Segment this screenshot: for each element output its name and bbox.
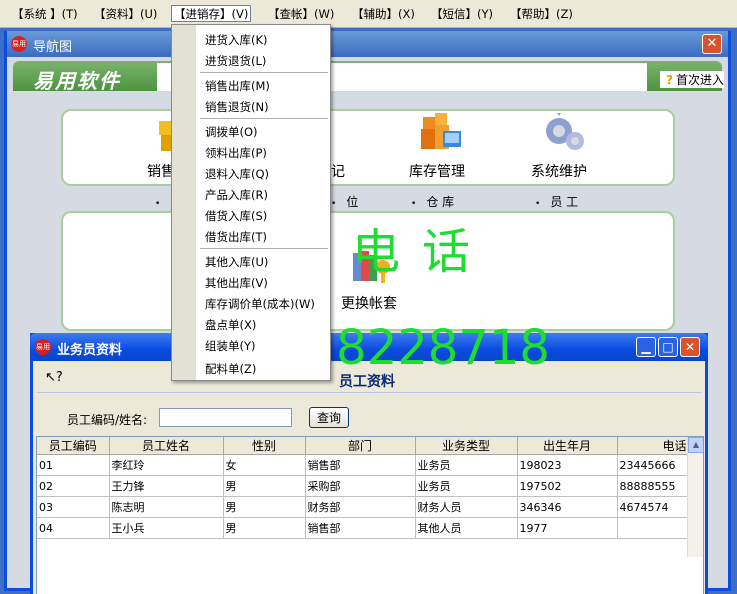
menu-item-borrow-in[interactable]: 借货入库(S) [205, 208, 267, 224]
cell: 1977 [517, 517, 618, 539]
cell: 王小兵 [109, 517, 224, 539]
heading-divider [37, 392, 701, 393]
menu-purchase-sales-inventory[interactable]: 【进销存】(V) [171, 5, 252, 22]
cell [617, 517, 690, 539]
header-department[interactable]: 部门 [305, 437, 416, 455]
dialog-title: 业务员资料 [57, 343, 123, 358]
dialog-logo-icon: 易用 [35, 339, 51, 355]
table-header-row: 员工编码 员工姓名 性别 部门 业务类型 出生年月 电话 [37, 437, 690, 455]
header-phone[interactable]: 电话 [617, 437, 690, 455]
menu-item-borrow-out[interactable]: 借货出库(T) [205, 229, 267, 245]
menu-system[interactable]: 【系统 】(T) [12, 6, 78, 23]
cell: 财务人员 [415, 496, 518, 518]
header-gender[interactable]: 性别 [223, 437, 306, 455]
cell: 其他人员 [415, 517, 518, 539]
cell: 88888555 [617, 475, 690, 497]
system-module-label[interactable]: 系统维护 [531, 161, 587, 181]
table-vertical-scrollbar[interactable]: ▲ [687, 437, 703, 557]
menu-item-material-return[interactable]: 退料入库(Q) [205, 166, 269, 182]
switch-account-label[interactable]: 更换帐套 [341, 293, 397, 313]
menu-item-sales-out[interactable]: 销售出库(M) [205, 78, 270, 94]
inventory-module-icon[interactable] [419, 111, 465, 158]
dialog-close-button[interactable]: ✕ [680, 337, 700, 357]
register-sub-item[interactable]: 位 [331, 193, 358, 210]
inventory-module-label[interactable]: 库存管理 [409, 161, 465, 181]
navigation-titlebar: 易用 导航图 ✕ [7, 31, 728, 57]
cell: 女 [223, 454, 306, 476]
menu-bar: 【系统 】(T) 【资料】(U) 【进销存】(V) 【查帐】(W) 【辅助】(X… [0, 0, 737, 28]
menu-item-assembly[interactable]: 组装单(Y) [205, 338, 256, 354]
cell: 采购部 [305, 475, 416, 497]
employee-sub-item[interactable]: 员 工 [535, 193, 578, 210]
cell: 销售部 [305, 454, 416, 476]
warehouse-sub-item[interactable]: 仓 库 [411, 193, 454, 210]
minimize-button[interactable]: ▁ [636, 337, 656, 357]
purchase-sales-inventory-dropdown: 进货入库(K) 进货退货(L) 销售出库(M) 销售退货(N) 调拨单(O) 领… [171, 24, 331, 381]
dropdown-icon-strip [172, 25, 196, 380]
cell: 23445666 [617, 454, 690, 476]
gear-icon[interactable] [541, 113, 587, 156]
cell: 198023 [517, 454, 618, 476]
menu-item-sales-return[interactable]: 销售退货(N) [205, 99, 269, 115]
menu-item-product-in[interactable]: 产品入库(R) [205, 187, 268, 203]
search-label: 员工编码/姓名: [67, 413, 148, 427]
menu-data[interactable]: 【资料】(U) [94, 6, 157, 23]
menu-item-other-in[interactable]: 其他入库(U) [205, 254, 268, 270]
dropdown-separator [200, 118, 328, 119]
app-logo-icon: 易用 [11, 36, 27, 52]
menu-item-price-adjust[interactable]: 库存调价单(成本)(W) [205, 296, 315, 312]
menu-accounts[interactable]: 【查帐】(W) [268, 6, 334, 23]
search-button[interactable]: 查询 [309, 407, 349, 428]
table-row[interactable]: 01 李红玲 女 销售部 业务员 198023 23445666 [37, 454, 690, 476]
maximize-button[interactable]: □ [658, 337, 678, 357]
menu-help[interactable]: 【帮助】(Z) [510, 6, 573, 23]
employee-table: 员工编码 员工姓名 性别 部门 业务类型 出生年月 电话 01 李红玲 女 销售… [36, 436, 704, 594]
cell: 王力锋 [109, 475, 224, 497]
cell: 销售部 [305, 517, 416, 539]
cell: 男 [223, 475, 306, 497]
cell: 01 [37, 454, 110, 476]
first-enter-label: 首次进入 [675, 73, 724, 87]
header-business-type[interactable]: 业务类型 [415, 437, 518, 455]
table-row[interactable]: 04 王小兵 男 销售部 其他人员 1977 [37, 517, 690, 539]
menu-item-purchase-in[interactable]: 进货入库(K) [205, 32, 268, 48]
menu-item-other-out[interactable]: 其他出库(V) [205, 275, 268, 291]
menu-item-purchase-return[interactable]: 进货退货(L) [205, 53, 266, 69]
register-module-label[interactable]: 记 [331, 161, 345, 181]
navigation-close-button[interactable]: ✕ [702, 34, 722, 54]
cell: 业务员 [415, 475, 518, 497]
table-row[interactable]: 03 陈志明 男 财务部 财务人员 346346 4674574 [37, 496, 690, 518]
header-employee-name[interactable]: 员工姓名 [109, 437, 224, 455]
header-employee-code[interactable]: 员工编码 [37, 437, 110, 455]
menu-sms[interactable]: 【短信】(Y) [431, 6, 493, 23]
cell: 李红玲 [109, 454, 224, 476]
cell: 男 [223, 517, 306, 539]
cell: 346346 [517, 496, 618, 518]
menu-item-transfer[interactable]: 调拨单(O) [205, 124, 258, 140]
menu-item-material-out[interactable]: 领料出库(P) [205, 145, 267, 161]
dropdown-separator [200, 248, 328, 249]
brand-name: 易用软件 [33, 69, 121, 93]
help-pointer-icon[interactable]: ↖? [45, 370, 63, 385]
cell: 4674574 [617, 496, 690, 518]
dropdown-separator [200, 72, 328, 73]
header-birth-date[interactable]: 出生年月 [517, 437, 618, 455]
cell: 197502 [517, 475, 618, 497]
cell: 03 [37, 496, 110, 518]
menu-item-stocktake[interactable]: 盘点单(X) [205, 317, 256, 333]
first-enter-link[interactable]: ? 首次进入 [660, 71, 724, 88]
table-row[interactable]: 02 王力锋 男 采购部 业务员 197502 88888555 [37, 475, 690, 497]
cell: 陈志明 [109, 496, 224, 518]
cell: 男 [223, 496, 306, 518]
cell: 02 [37, 475, 110, 497]
menu-assist[interactable]: 【辅助】(X) [352, 6, 415, 23]
navigation-title: 导航图 [33, 40, 73, 55]
menu-item-ingredients[interactable]: 配料单(Z) [205, 361, 256, 377]
cell: 财务部 [305, 496, 416, 518]
search-input[interactable] [159, 408, 292, 427]
cell: 业务员 [415, 454, 518, 476]
cell: 04 [37, 517, 110, 539]
help-question-icon: ? [666, 73, 673, 87]
scroll-up-icon[interactable]: ▲ [688, 437, 703, 453]
